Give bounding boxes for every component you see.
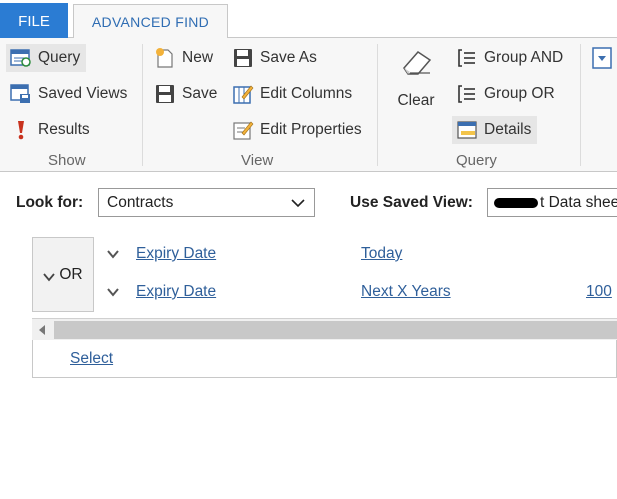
show-group-label: Show xyxy=(48,152,86,169)
ribbon-divider xyxy=(580,44,581,166)
saved-view-label: Use Saved View: xyxy=(350,194,473,211)
new-icon xyxy=(156,48,173,68)
exclamation-icon xyxy=(18,121,24,140)
row-1-field-link[interactable]: Expiry Date xyxy=(136,245,216,263)
saved-views-icon xyxy=(10,84,30,103)
new-button[interactable]: New xyxy=(150,44,219,72)
group-and-icon xyxy=(458,49,475,67)
ribbon-divider xyxy=(377,44,378,166)
save-as-button[interactable]: Save As xyxy=(228,44,323,72)
new-label: New xyxy=(182,49,214,66)
row-menu-chevron-icon[interactable] xyxy=(106,286,120,298)
group-or-button[interactable]: Group OR xyxy=(452,80,561,108)
edit-columns-icon xyxy=(233,85,254,104)
select-field-link[interactable]: Select xyxy=(70,350,113,368)
row-2-condition-link[interactable]: Next X Years xyxy=(361,283,451,301)
save-button[interactable]: Save xyxy=(150,80,223,108)
results-button[interactable]: Results xyxy=(6,116,96,144)
tab-advanced-find[interactable]: ADVANCED FIND xyxy=(73,4,228,39)
query-button[interactable]: Query xyxy=(6,44,87,72)
saved-views-label: Saved Views xyxy=(38,85,128,102)
details-label: Details xyxy=(484,121,532,138)
row-2-field-link[interactable]: Expiry Date xyxy=(136,283,216,301)
row-menu-chevron-icon[interactable] xyxy=(106,248,120,260)
tab-bar: FILE ADVANCED FIND xyxy=(0,0,617,39)
look-for-select[interactable]: Contracts xyxy=(98,188,315,217)
group-or-icon xyxy=(458,85,475,103)
edit-properties-button[interactable]: Edit Properties xyxy=(228,116,368,144)
edit-properties-label: Edit Properties xyxy=(260,121,362,138)
saved-view-value: t Data shee xyxy=(540,193,617,211)
or-operator-label: OR xyxy=(59,265,83,283)
scrollbar-thumb[interactable] xyxy=(54,321,617,339)
horizontal-scrollbar[interactable] xyxy=(32,318,617,340)
tab-file[interactable]: FILE xyxy=(0,3,68,39)
save-icon xyxy=(156,85,174,103)
group-and-button[interactable]: Group AND xyxy=(452,44,569,72)
clear-button[interactable]: Clear xyxy=(384,46,448,126)
query-label: Query xyxy=(38,49,81,66)
eraser-icon xyxy=(403,51,432,75)
results-label: Results xyxy=(38,121,90,138)
group-or-label: Group OR xyxy=(484,85,555,102)
select-row: Select xyxy=(32,340,617,378)
scroll-left-arrow-icon[interactable] xyxy=(38,324,46,336)
saved-views-button[interactable]: Saved Views xyxy=(6,80,133,108)
or-group-toggle[interactable]: OR xyxy=(32,237,94,312)
redaction-mark xyxy=(494,197,538,208)
save-label: Save xyxy=(182,85,218,102)
row-1-condition-link[interactable]: Today xyxy=(361,245,402,263)
group-and-label: Group AND xyxy=(484,49,564,66)
save-as-icon xyxy=(234,49,252,67)
query-group-label: Query xyxy=(456,152,497,169)
edit-columns-label: Edit Columns xyxy=(260,85,353,102)
ribbon: Query Saved Views Results Show New Save … xyxy=(0,38,617,172)
view-group-label: View xyxy=(241,152,274,169)
edit-columns-button[interactable]: Edit Columns xyxy=(228,80,358,108)
chevron-down-icon xyxy=(43,272,56,281)
download-icon xyxy=(592,47,612,69)
look-for-value: Contracts xyxy=(107,193,174,211)
chevron-down-icon xyxy=(291,199,305,208)
download-fetchxml-button[interactable] xyxy=(590,44,617,72)
row-2-value-link[interactable]: 100 xyxy=(586,283,612,301)
query-icon xyxy=(10,49,31,67)
details-button[interactable]: Details xyxy=(452,116,538,144)
ribbon-divider xyxy=(142,44,143,166)
save-as-label: Save As xyxy=(260,49,317,66)
clear-label: Clear xyxy=(397,92,435,109)
details-icon xyxy=(457,121,477,139)
saved-view-select[interactable]: t Data shee xyxy=(487,188,617,217)
look-for-label: Look for: xyxy=(16,194,84,211)
edit-properties-icon xyxy=(233,121,254,140)
